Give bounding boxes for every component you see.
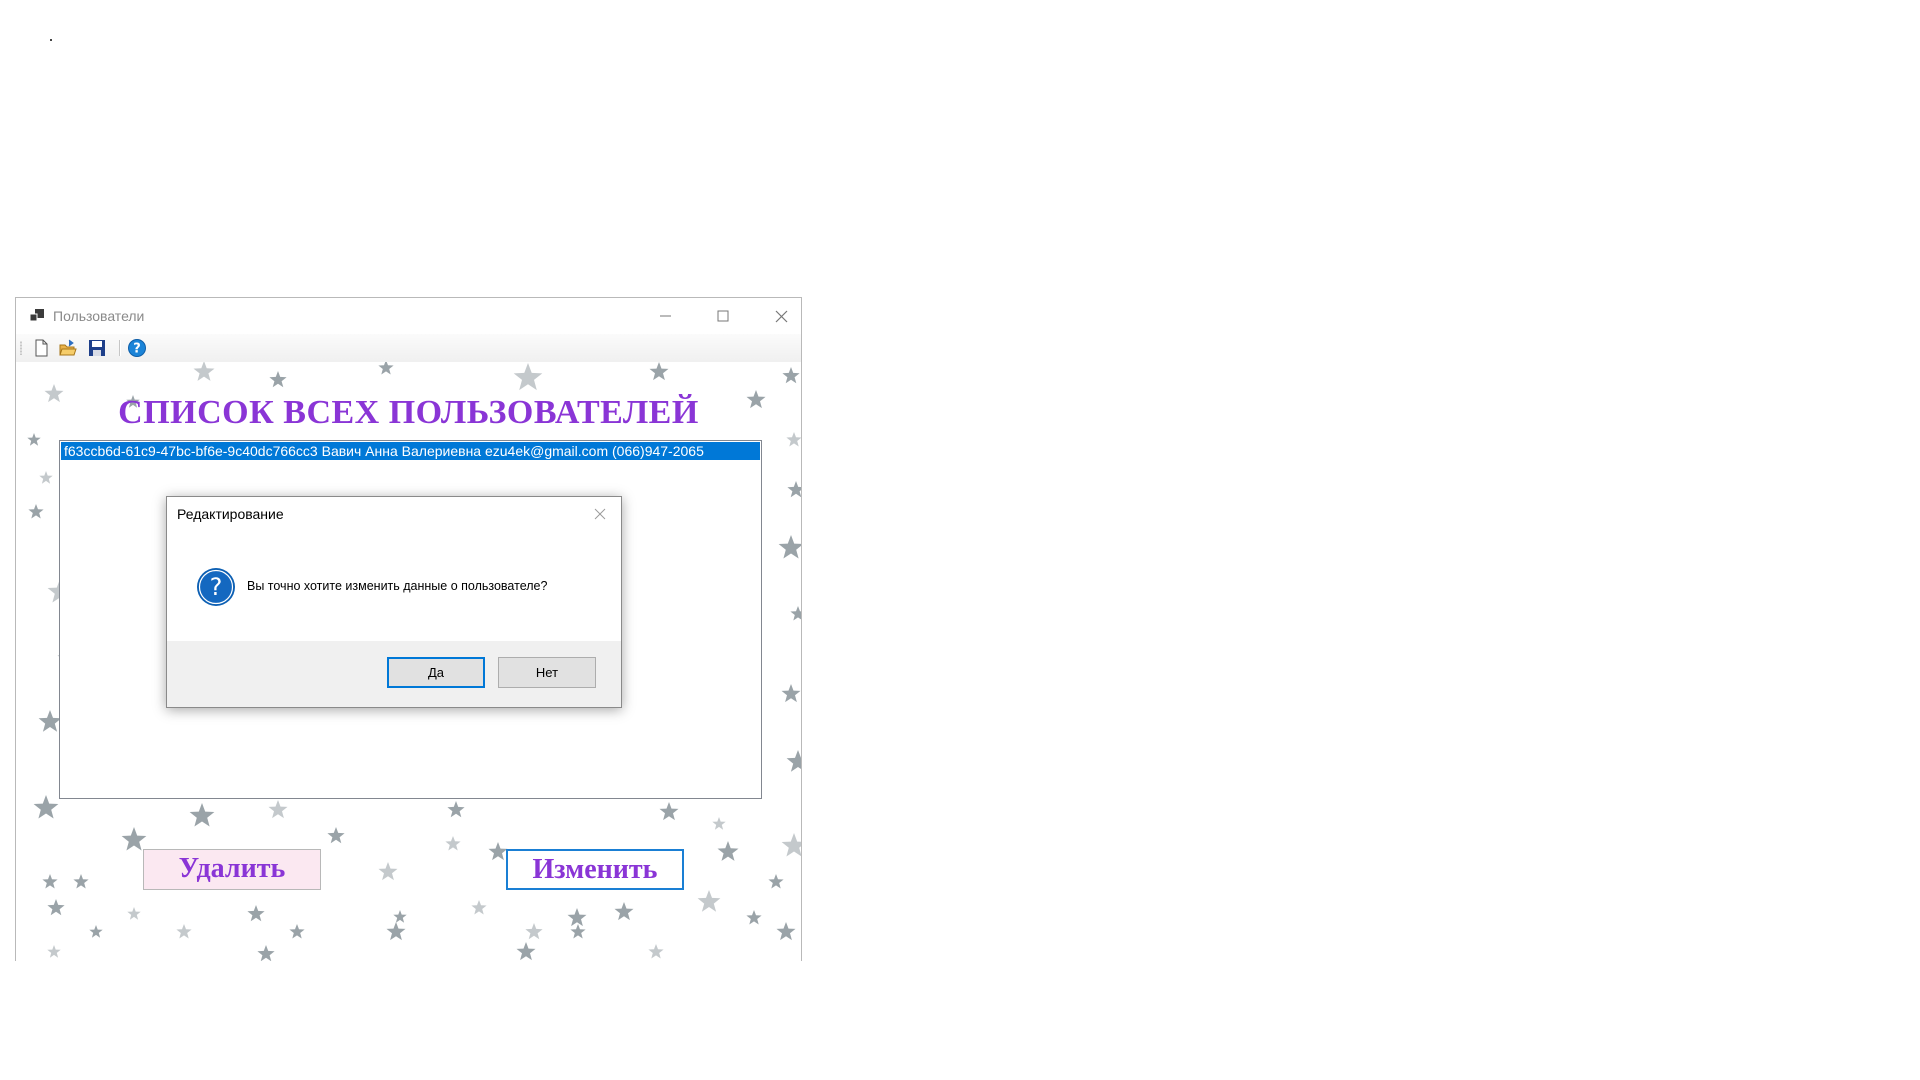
app-icon [30, 309, 44, 322]
maximize-icon[interactable] [694, 298, 752, 334]
star-decoration [782, 367, 800, 384]
star-decoration [790, 606, 801, 621]
star-decoration [42, 874, 58, 889]
star-decoration [378, 862, 398, 881]
new-document-icon[interactable] [30, 337, 52, 359]
star-decoration [778, 535, 801, 559]
star-decoration [781, 684, 801, 703]
star-decoration [193, 362, 215, 381]
star-decoration [378, 362, 394, 375]
star-decoration [386, 922, 406, 941]
star-decoration [614, 902, 634, 921]
star-decoration [269, 371, 287, 388]
yes-button[interactable]: Да [387, 657, 485, 688]
star-decoration [786, 432, 801, 447]
star-decoration [471, 900, 487, 915]
star-decoration [445, 836, 461, 851]
star-decoration [712, 817, 726, 830]
star-decoration [257, 945, 275, 961]
star-decoration [393, 910, 407, 923]
star-decoration [121, 827, 147, 851]
star-decoration [746, 910, 762, 925]
star-decoration [47, 945, 61, 958]
star-decoration [648, 944, 664, 959]
page-title: СПИСОК ВСЕХ ПОЛЬЗОВАТЕЛЕЙ [118, 394, 699, 431]
star-decoration [717, 841, 739, 861]
edit-button[interactable]: Изменить [506, 849, 684, 890]
no-button[interactable]: Нет [498, 657, 596, 688]
close-icon[interactable] [752, 298, 802, 334]
save-icon[interactable] [86, 337, 108, 359]
star-decoration [327, 827, 345, 844]
minimize-icon[interactable] [636, 298, 694, 334]
star-decoration [289, 924, 305, 939]
svg-text:?: ? [210, 573, 223, 601]
star-decoration [38, 710, 62, 732]
star-decoration [781, 833, 801, 857]
star-decoration [488, 842, 508, 861]
list-item[interactable]: f63ccb6d-61c9-47bc-bf6e-9c40dc766cc3 Вав… [61, 442, 760, 460]
delete-button[interactable]: Удалить [143, 849, 321, 890]
star-decoration [513, 363, 543, 391]
star-decoration [28, 504, 44, 519]
star-decoration [525, 923, 543, 940]
dialog-close-icon[interactable] [587, 502, 613, 526]
star-decoration [567, 908, 587, 927]
screen-dot [50, 39, 52, 41]
star-decoration [787, 481, 801, 498]
help-icon[interactable]: ? [126, 337, 148, 359]
star-decoration [697, 890, 721, 912]
star-decoration [649, 362, 669, 381]
star-decoration [89, 925, 103, 938]
title-bar[interactable]: Пользователи [16, 298, 801, 334]
star-decoration [447, 801, 465, 818]
window-title: Пользователи [53, 308, 145, 324]
svg-text:?: ? [133, 342, 141, 357]
star-decoration [27, 433, 41, 446]
toolbar-separator [119, 340, 120, 356]
star-decoration [33, 795, 59, 819]
toolbar: ? [16, 334, 801, 362]
star-decoration [776, 922, 796, 941]
dialog-message: Вы точно хотите изменить данные о пользо… [247, 579, 548, 593]
dialog-footer: Да Нет [167, 641, 621, 707]
star-decoration [516, 942, 536, 961]
open-folder-icon[interactable] [57, 337, 79, 359]
star-decoration [127, 907, 141, 920]
star-decoration [659, 802, 679, 821]
star-decoration [768, 874, 784, 889]
star-decoration [268, 800, 288, 819]
star-decoration [786, 750, 801, 772]
star-decoration [73, 874, 89, 889]
question-icon: ? [197, 568, 235, 606]
star-decoration [189, 803, 215, 827]
confirm-dialog: Редактирование ? Вы точно хотите изменит… [166, 496, 622, 708]
star-decoration [39, 471, 53, 484]
star-decoration [176, 924, 192, 939]
toolbar-grip[interactable] [20, 341, 22, 355]
dialog-title: Редактирование [177, 506, 284, 522]
star-decoration [247, 905, 265, 922]
star-decoration [47, 899, 65, 916]
star-decoration [570, 924, 586, 939]
